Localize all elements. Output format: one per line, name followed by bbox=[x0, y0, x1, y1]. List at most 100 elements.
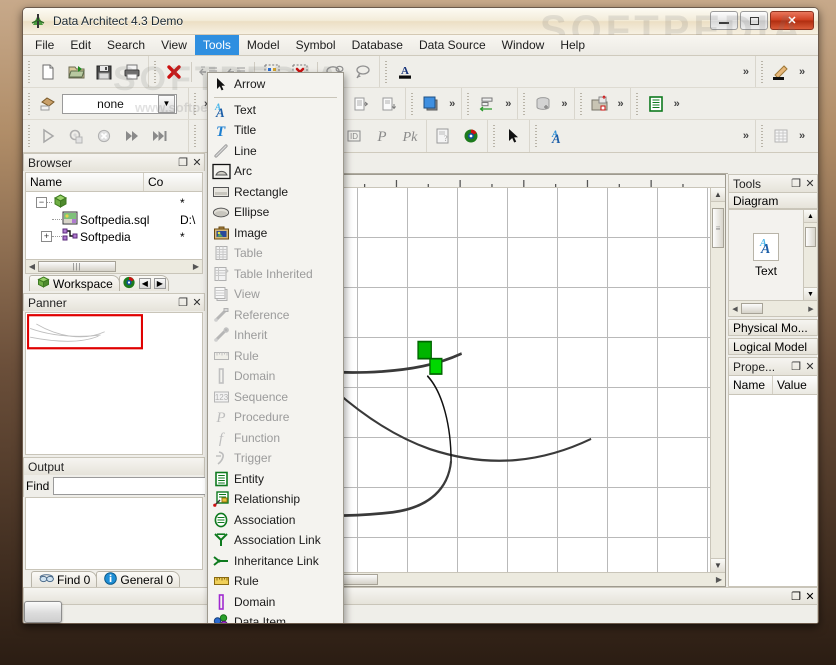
toolbar-overflow-chevron[interactable]: » bbox=[739, 130, 753, 142]
bottom-close-icon[interactable]: ✕ bbox=[803, 590, 817, 603]
menu-item-procedure[interactable]: P Procedure bbox=[208, 407, 343, 428]
menu-symbol[interactable]: Symbol bbox=[288, 35, 344, 55]
toolbar-overflow-chevron[interactable]: » bbox=[795, 66, 809, 78]
tools-palette-hscroll[interactable]: ◀ ▶ bbox=[728, 301, 818, 317]
entity-green-icon[interactable] bbox=[642, 91, 670, 117]
connection-icon[interactable] bbox=[34, 91, 62, 117]
arrow-cursor-icon[interactable] bbox=[499, 123, 527, 149]
tools-section-diagram[interactable]: Diagram bbox=[728, 192, 818, 209]
tools-section-physical-model[interactable]: Physical Mo... bbox=[728, 319, 818, 336]
browser-tab-workspace[interactable]: Workspace bbox=[29, 275, 120, 291]
toolbar-grip[interactable] bbox=[27, 125, 32, 147]
browser-column-comment[interactable]: Co bbox=[144, 173, 202, 191]
menu-data-source[interactable]: Data Source bbox=[411, 35, 494, 55]
database-add-icon[interactable] bbox=[529, 91, 557, 117]
scroll-right-arrow-icon[interactable]: ▶ bbox=[190, 262, 202, 271]
toolbar-grip[interactable] bbox=[466, 92, 472, 115]
output-log-area[interactable] bbox=[25, 497, 203, 570]
maximize-button[interactable] bbox=[740, 11, 768, 30]
tools-restore-icon[interactable]: ❐ bbox=[789, 177, 803, 190]
menu-item-arc[interactable]: Arc bbox=[208, 161, 343, 182]
menu-item-relationship[interactable]: Relationship bbox=[208, 489, 343, 510]
chevron-down-icon[interactable]: ▼ bbox=[158, 94, 175, 113]
scroll-down-arrow-icon[interactable]: ▼ bbox=[804, 287, 817, 300]
menu-item-entity[interactable]: Entity bbox=[208, 469, 343, 490]
open-folder-icon[interactable] bbox=[62, 59, 90, 85]
scroll-up-arrow-icon[interactable]: ▲ bbox=[711, 188, 725, 202]
toolbar-grip[interactable] bbox=[760, 60, 765, 83]
expander-collapse-icon[interactable]: − bbox=[36, 197, 47, 208]
expander-expand-icon[interactable]: + bbox=[41, 231, 52, 242]
menu-item-association[interactable]: Association bbox=[208, 510, 343, 531]
browser-horizontal-scrollbar[interactable]: ◀ ||| ▶ bbox=[26, 259, 202, 273]
menu-item-rule-yellow[interactable]: Rule bbox=[208, 571, 343, 592]
menu-item-title[interactable]: T Title bbox=[208, 120, 343, 141]
menu-item-inherit[interactable]: Inherit bbox=[208, 325, 343, 346]
menu-search[interactable]: Search bbox=[99, 35, 153, 55]
toolbar-grip[interactable] bbox=[634, 92, 640, 115]
menu-view[interactable]: View bbox=[153, 35, 195, 55]
toolbar-grip[interactable] bbox=[27, 60, 32, 83]
toolbar-grip[interactable] bbox=[578, 92, 584, 115]
vscroll-thumb[interactable]: ≡ bbox=[712, 208, 724, 248]
table-pale-icon[interactable] bbox=[767, 123, 795, 149]
toolbar-grip[interactable] bbox=[492, 125, 497, 147]
menu-item-ellipse[interactable]: Ellipse bbox=[208, 202, 343, 223]
fast-forward-icon[interactable] bbox=[118, 123, 146, 149]
canvas-vertical-scrollbar[interactable]: ▲ ≡ ▼ bbox=[710, 188, 725, 572]
scroll-right-arrow-icon[interactable]: ▶ bbox=[805, 305, 817, 313]
scroll-thumb[interactable]: ||| bbox=[38, 261, 116, 272]
skip-end-icon[interactable] bbox=[146, 123, 174, 149]
toolbar-grip[interactable] bbox=[193, 125, 198, 147]
tools-close-icon[interactable]: ✕ bbox=[803, 177, 817, 190]
toolbar-grip[interactable] bbox=[384, 60, 389, 83]
procedure-p-icon[interactable]: P bbox=[368, 123, 396, 149]
print-icon[interactable] bbox=[118, 59, 146, 85]
minimize-button[interactable] bbox=[710, 11, 738, 30]
toolbar-grip[interactable] bbox=[153, 60, 158, 83]
toolbar-grip[interactable] bbox=[193, 92, 198, 115]
comment-link-icon[interactable] bbox=[349, 59, 377, 85]
menu-item-function[interactable]: f Function bbox=[208, 428, 343, 449]
menu-item-reference[interactable]: Reference bbox=[208, 305, 343, 326]
menu-file[interactable]: File bbox=[27, 35, 62, 55]
menu-item-inheritance-link[interactable]: Inheritance Link bbox=[208, 551, 343, 572]
tools-palette-hscroll-thumb[interactable] bbox=[741, 303, 763, 314]
text-icon[interactable]: AA bbox=[753, 232, 779, 261]
toolbar-grip[interactable] bbox=[410, 92, 416, 115]
menu-database[interactable]: Database bbox=[344, 35, 411, 55]
toolbar-grip[interactable] bbox=[27, 92, 32, 115]
toolbar-grip[interactable] bbox=[534, 125, 539, 147]
menu-model[interactable]: Model bbox=[239, 35, 288, 55]
move-doc-icon[interactable] bbox=[347, 91, 375, 117]
properties-column-value[interactable]: Value bbox=[773, 376, 817, 394]
menu-item-rule[interactable]: Rule bbox=[208, 346, 343, 367]
pencil-draw-icon[interactable] bbox=[767, 59, 795, 85]
menu-item-image[interactable]: Image bbox=[208, 223, 343, 244]
align-left-icon[interactable] bbox=[473, 91, 501, 117]
menu-item-sequence[interactable]: 123 Sequence bbox=[208, 387, 343, 408]
browser-tab-odbc[interactable]: ◀ ▶ bbox=[118, 275, 169, 291]
menu-item-trigger[interactable]: Trigger bbox=[208, 448, 343, 469]
browser-restore-icon[interactable]: ❐ bbox=[176, 156, 190, 169]
identity-icon[interactable]: ID bbox=[340, 123, 368, 149]
output-tab-find[interactable]: Find 0 bbox=[31, 571, 98, 587]
panner-canvas[interactable] bbox=[25, 312, 203, 455]
tools-palette-vscroll-thumb[interactable] bbox=[805, 227, 816, 247]
toolbar-overflow-chevron[interactable]: » bbox=[739, 66, 753, 78]
browser-tab-scroll-right[interactable]: ▶ bbox=[153, 278, 166, 289]
menu-help[interactable]: Help bbox=[552, 35, 593, 55]
menu-item-view[interactable]: View bbox=[208, 284, 343, 305]
toolbar-grip[interactable] bbox=[760, 125, 765, 147]
scroll-up-arrow-icon[interactable]: ▲ bbox=[804, 210, 817, 223]
find-input[interactable] bbox=[53, 477, 217, 495]
menu-item-rectangle[interactable]: Rectangle bbox=[208, 182, 343, 203]
package-icon[interactable]: Pk bbox=[396, 123, 424, 149]
scroll-right-arrow-icon[interactable]: ▶ bbox=[713, 575, 725, 584]
tree-row-softpedia-model[interactable]: + Softpedia * bbox=[26, 228, 202, 245]
menu-item-data-item[interactable]: Data Item bbox=[208, 612, 343, 623]
layers-blue-icon[interactable] bbox=[417, 91, 445, 117]
tools-palette-vscroll[interactable]: ▲ ▼ bbox=[803, 210, 817, 300]
menu-item-text[interactable]: AA Text bbox=[208, 100, 343, 121]
scroll-left-arrow-icon[interactable]: ◀ bbox=[729, 305, 741, 313]
